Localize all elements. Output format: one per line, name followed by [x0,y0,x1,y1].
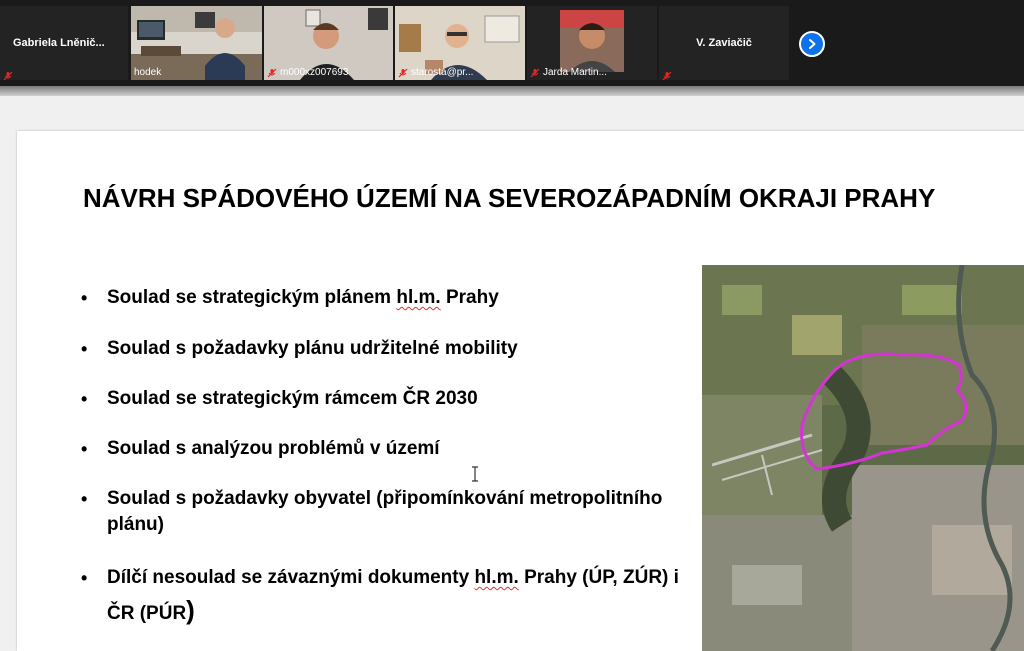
bullet-item: Dílčí nesoulad se závaznými dokumenty hl… [81,562,697,630]
participant-name: hodek [134,67,162,78]
slide-title: NÁVRH SPÁDOVÉHO ÚZEMÍ NA SEVEROZÁPADNÍM … [83,183,936,213]
participant-video-tile[interactable]: hodek [131,6,262,80]
participant-video-tile[interactable]: starosta@pr... [395,6,525,80]
bullet-item: Soulad s požadavky plánu udržitelné mobi… [81,336,697,362]
participant-name: Gabriela Lněnič... [13,37,105,49]
participant-tile[interactable]: Gabriela Lněnič... [0,6,128,80]
participant-strip: Gabriela Lněnič... hodek m000xz007693 st… [0,0,1024,86]
participant-tile[interactable]: V. Zaviačič [659,6,789,80]
bullet-item: Soulad se strategickým rámcem ČR 2030 [81,386,697,412]
participant-caption: Jarda Martin... [530,67,607,78]
shared-slide: NÁVRH SPÁDOVÉHO ÚZEMÍ NA SEVEROZÁPADNÍM … [17,131,1024,651]
mic-muted-icon [662,68,672,80]
mic-muted-icon [3,68,13,80]
bullet-item: Soulad s analýzou problémů v území [81,436,697,462]
mic-muted-icon [267,68,277,78]
participant-name: starosta@pr... [411,67,474,78]
participant-video-tile[interactable]: m000xz007693 [264,6,393,80]
participant-caption: m000xz007693 [267,67,348,78]
participant-tile[interactable]: Jarda Martin... [527,6,657,80]
bullet-item: Soulad se strategickým plánem hl.m. Prah… [81,285,697,311]
participant-caption: starosta@pr... [398,67,473,78]
spellcheck-word: hl.m. [396,287,441,308]
participant-name: Jarda Martin... [543,67,607,78]
participant-name: m000xz007693 [280,67,349,78]
chevron-right-icon [809,39,816,49]
bullet-item: Soulad s požadavky obyvatel (připomínkov… [81,486,697,538]
participant-caption: hodek [134,67,161,78]
strip-divider [0,86,1024,96]
text-cursor-icon [472,466,478,482]
spellcheck-word: hl.m. [474,567,519,588]
participant-name: V. Zaviačič [696,37,752,49]
next-page-button[interactable] [799,31,825,57]
mic-muted-icon [398,68,408,78]
mic-muted-icon [530,68,540,78]
satellite-map-image [702,265,1024,651]
